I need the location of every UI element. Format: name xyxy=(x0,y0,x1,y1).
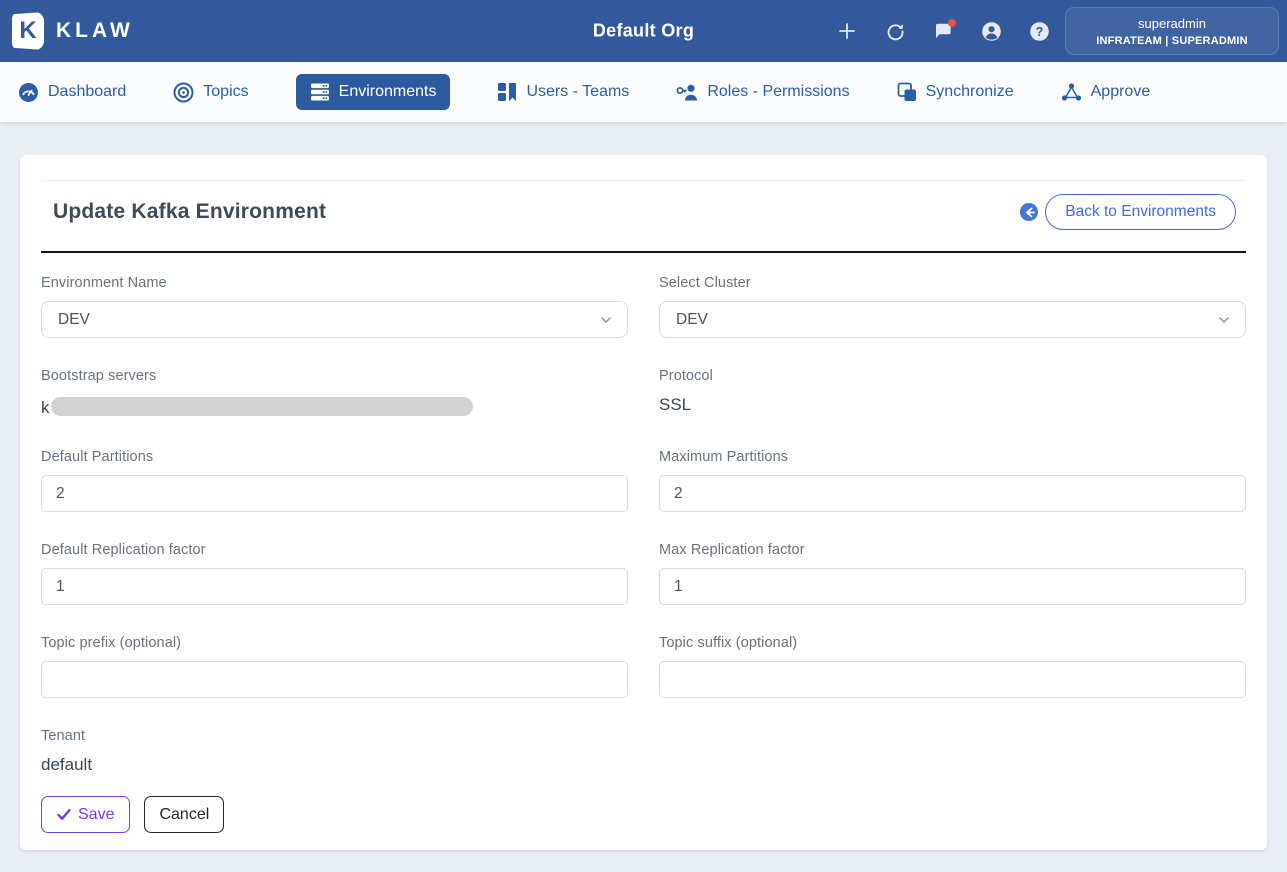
topic-prefix-input[interactable] xyxy=(41,661,628,698)
select-cluster-value: DEV xyxy=(676,311,708,329)
plus-icon xyxy=(837,21,857,41)
topic-suffix-label: Topic suffix (optional) xyxy=(659,635,1246,651)
page-background: Update Kafka Environment Back to Environ… xyxy=(0,122,1287,872)
check-icon xyxy=(57,808,71,821)
account-button[interactable] xyxy=(979,19,1003,43)
max-replication-factor-input[interactable] xyxy=(659,568,1246,605)
gauge-icon xyxy=(18,82,39,103)
nav-label: Dashboard xyxy=(48,83,126,101)
nav-item-synchronize[interactable]: Synchronize xyxy=(897,82,1014,102)
nav-label: Users - Teams xyxy=(526,83,629,101)
maximum-partitions-input[interactable] xyxy=(659,475,1246,512)
back-to-environments-button[interactable]: Back to Environments xyxy=(1045,194,1236,230)
sync-layers-icon xyxy=(897,82,917,102)
default-partitions-label: Default Partitions xyxy=(41,449,628,465)
target-icon xyxy=(173,82,194,103)
nav-label: Environments xyxy=(339,83,437,101)
form-actions: Save Cancel xyxy=(41,796,1246,833)
nav-item-users-teams[interactable]: Users - Teams xyxy=(497,82,629,102)
svg-text:?: ? xyxy=(1035,25,1043,39)
protocol-label: Protocol xyxy=(659,368,1246,384)
top-navbar: K KLAW Default Org xyxy=(0,0,1287,62)
environment-form: Environment Name DEV Select Cluster DEV xyxy=(41,253,1246,776)
protocol-value: SSL xyxy=(659,394,1246,416)
team-grid-icon xyxy=(497,82,517,102)
team-role: INFRATEAM | SUPERADMIN xyxy=(1096,35,1248,47)
user-circle-icon xyxy=(981,21,1002,42)
card-top-divider xyxy=(41,180,1246,181)
tenant-label: Tenant xyxy=(41,728,628,744)
topic-prefix-label: Topic prefix (optional) xyxy=(41,635,628,651)
notifications-button[interactable] xyxy=(931,19,955,43)
back-arrow-button[interactable] xyxy=(1020,203,1038,221)
nav-label: Roles - Permissions xyxy=(707,83,849,101)
default-partitions-input[interactable] xyxy=(41,475,628,512)
field-maximum-partitions: Maximum Partitions xyxy=(659,449,1246,512)
environment-name-select[interactable]: DEV xyxy=(41,301,628,338)
user-info-chip: superadmin INFRATEAM | SUPERADMIN xyxy=(1065,7,1279,55)
card-header: Update Kafka Environment Back to Environ… xyxy=(41,156,1246,230)
nav-item-dashboard[interactable]: Dashboard xyxy=(18,82,126,103)
brand-name: KLAW xyxy=(56,19,134,43)
nav-item-roles-permissions[interactable]: Roles - Permissions xyxy=(676,82,849,102)
environment-name-label: Environment Name xyxy=(41,275,628,291)
update-environment-card: Update Kafka Environment Back to Environ… xyxy=(20,155,1267,850)
add-button[interactable] xyxy=(835,19,859,43)
field-environment-name: Environment Name DEV xyxy=(41,275,628,338)
default-replication-factor-label: Default Replication factor xyxy=(41,542,628,558)
field-default-partitions: Default Partitions xyxy=(41,449,628,512)
username: superadmin xyxy=(1138,16,1206,31)
field-protocol: Protocol SSL xyxy=(659,368,1246,419)
notification-badge xyxy=(948,19,956,27)
select-cluster-label: Select Cluster xyxy=(659,275,1246,291)
maximum-partitions-label: Maximum Partitions xyxy=(659,449,1246,465)
nav-label: Synchronize xyxy=(926,83,1014,101)
field-default-replication-factor: Default Replication factor xyxy=(41,542,628,605)
brand-logo[interactable]: K KLAW xyxy=(12,12,134,50)
field-topic-suffix: Topic suffix (optional) xyxy=(659,635,1246,698)
save-button-label: Save xyxy=(78,806,114,824)
nav-label: Topics xyxy=(203,83,248,101)
key-user-icon xyxy=(676,82,698,102)
field-topic-prefix: Topic prefix (optional) xyxy=(41,635,628,698)
nav-item-environments[interactable]: Environments xyxy=(296,74,451,110)
page-title: Update Kafka Environment xyxy=(53,200,326,224)
save-button[interactable]: Save xyxy=(41,796,130,833)
field-bootstrap-servers: Bootstrap servers k xyxy=(41,368,628,419)
select-cluster-select[interactable]: DEV xyxy=(659,301,1246,338)
max-replication-factor-label: Max Replication factor xyxy=(659,542,1246,558)
topbar-actions: ? xyxy=(835,19,1051,43)
main-nav: Dashboard Topics Environments Use xyxy=(0,62,1287,122)
field-max-replication-factor: Max Replication factor xyxy=(659,542,1246,605)
nav-label: Approve xyxy=(1091,83,1151,101)
environment-name-value: DEV xyxy=(58,311,90,329)
nav-item-approve[interactable]: Approve xyxy=(1061,82,1151,102)
back-control: Back to Environments xyxy=(1020,194,1236,230)
help-button[interactable]: ? xyxy=(1027,19,1051,43)
field-select-cluster: Select Cluster DEV xyxy=(659,275,1246,338)
nav-item-topics[interactable]: Topics xyxy=(173,82,248,103)
bootstrap-servers-label: Bootstrap servers xyxy=(41,368,628,384)
field-tenant: Tenant default xyxy=(41,728,628,776)
klaw-logo-letter: K xyxy=(19,17,36,45)
bootstrap-servers-value: k xyxy=(41,394,628,419)
default-replication-factor-input[interactable] xyxy=(41,568,628,605)
org-title: Default Org xyxy=(593,21,694,42)
redaction-overlay xyxy=(51,397,473,416)
refresh-icon xyxy=(885,21,906,42)
help-icon: ? xyxy=(1029,21,1050,42)
server-stack-icon xyxy=(310,82,330,102)
refresh-button[interactable] xyxy=(883,19,907,43)
hub-icon xyxy=(1061,82,1082,102)
arrow-left-icon xyxy=(1024,207,1035,218)
tenant-value: default xyxy=(41,754,628,776)
klaw-logo-icon: K xyxy=(12,12,44,50)
cancel-button[interactable]: Cancel xyxy=(144,796,224,833)
topic-suffix-input[interactable] xyxy=(659,661,1246,698)
